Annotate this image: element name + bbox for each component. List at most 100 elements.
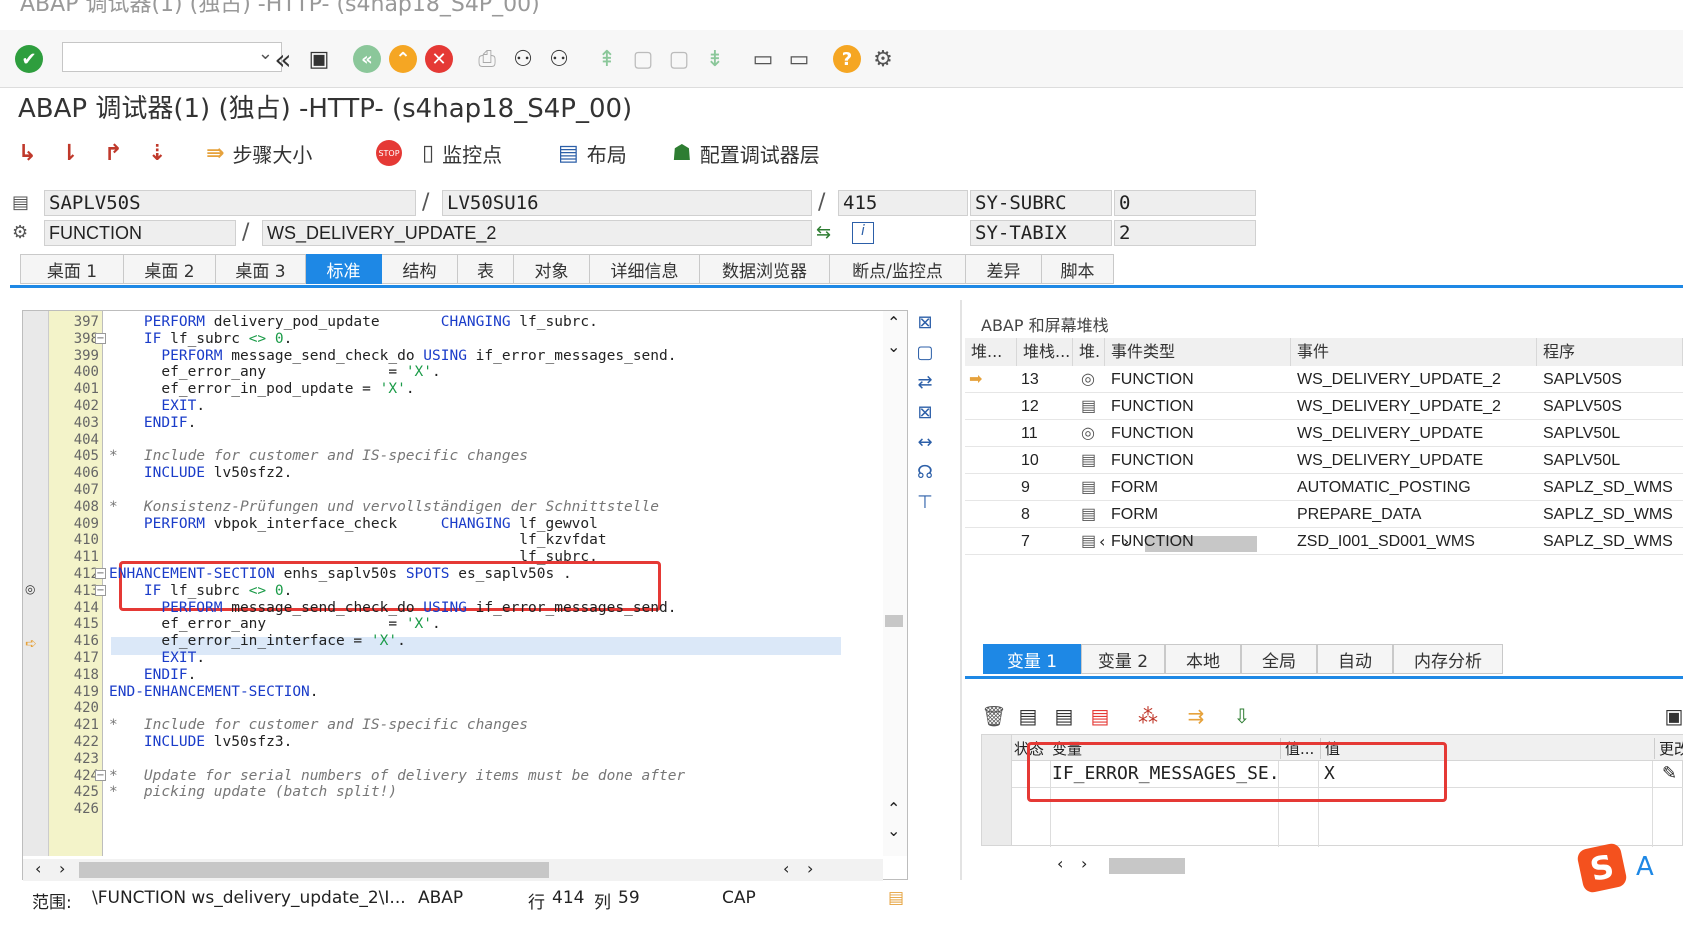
detail-icon[interactable]: ▤ [1051, 704, 1077, 730]
code-line[interactable]: ENDIF. [109, 414, 196, 432]
tab-details[interactable]: 详细信息 [590, 254, 700, 284]
table-row[interactable]: 11 ◎ FUNCTION WS_DELIVERY_UPDATE SAPLV50L [965, 420, 1683, 447]
fold-toggle-icon[interactable]: − [95, 568, 106, 579]
code-line[interactable]: IF lf_subrc <> 0. [109, 330, 292, 348]
tab-auto[interactable]: 自动 [1317, 644, 1393, 674]
tab-diff[interactable]: 差异 [966, 254, 1042, 284]
resize-icon[interactable]: ↔ [912, 432, 938, 458]
tab-variables-2[interactable]: 变量 2 [1081, 644, 1165, 674]
pane-splitter[interactable] [960, 300, 962, 880]
col-header[interactable]: 程序 [1537, 338, 1683, 366]
tab-variables-1[interactable]: 变量 1 [983, 644, 1081, 674]
table-row[interactable]: 7 ▤ FUNCTION ZSD_I001_SD001_WMS SAPLZ_SD_WMS [965, 528, 1683, 555]
code-line[interactable]: PERFORM delivery_pod_update CHANGING lf_… [109, 313, 598, 331]
code-line[interactable]: INCLUDE lv50sfz2. [109, 464, 292, 482]
scroll-right-icon[interactable]: › [59, 859, 65, 878]
source-code-pane[interactable]: 397 398 399 400 401 402 403 404 405 406 407 408 409 4… [22, 310, 908, 881]
code-line[interactable]: * Include for customer and IS-specific c… [109, 447, 528, 465]
code-line[interactable]: * Include for customer and IS-specific c… [109, 716, 528, 734]
code-line[interactable]: PERFORM message_send_check_do USING if_e… [109, 599, 676, 617]
last-page-icon[interactable]: ⇟ [700, 44, 730, 74]
table-row[interactable]: 10 ▤ FUNCTION WS_DELIVERY_UPDATE SAPLV50L [965, 447, 1683, 474]
shortcut-icon[interactable]: ▭ [784, 44, 814, 74]
scroll-down-icon[interactable]: ⌄ [887, 821, 900, 840]
scroll-down-icon[interactable]: ⌄ [887, 337, 900, 356]
ime-mode-icon[interactable]: A [1636, 852, 1654, 882]
new-window-icon[interactable]: ▢ [912, 342, 938, 368]
event-field[interactable]: WS_DELIVERY_UPDATE_2 [262, 220, 812, 246]
save-icon[interactable]: ▣ [304, 44, 334, 74]
ime-toolbar[interactable]: S A [1575, 841, 1680, 896]
delete-row-icon[interactable]: ▤ [1087, 704, 1113, 730]
code-line[interactable]: EXIT. [109, 397, 205, 415]
scroll-left-icon[interactable]: ‹ [1057, 854, 1063, 873]
download-icon[interactable]: ⇩ [1229, 704, 1255, 730]
scroll-right-icon[interactable]: › [807, 859, 813, 878]
scroll-thumb[interactable] [1109, 858, 1185, 874]
format-icon[interactable]: ⊤ [912, 492, 938, 518]
enter-icon[interactable]: ✔ [14, 44, 44, 74]
code-vertical-scrollbar[interactable]: ⌃ ⌄ ⌃ ⌄ [883, 311, 907, 856]
first-page-icon[interactable]: ⇞ [592, 44, 622, 74]
col-header[interactable]: 事件 [1291, 338, 1537, 366]
row-selector[interactable] [982, 735, 1012, 845]
scroll-up-icon[interactable]: ⌃ [887, 799, 900, 818]
code-line[interactable]: * Update for serial numbers of delivery … [109, 767, 685, 785]
document-icon[interactable]: ▤ [888, 888, 904, 908]
event-type-field[interactable]: FUNCTION [44, 220, 236, 246]
sy-tabix-value[interactable]: 2 [1114, 220, 1256, 246]
scroll-right-icon[interactable]: › [1081, 854, 1087, 873]
config-layers-button[interactable]: ☗ 配置调试器层 [672, 138, 820, 168]
code-line[interactable]: ENDIF. [109, 666, 196, 684]
code-line[interactable]: PERFORM vbpok_interface_check CHANGING l… [109, 515, 598, 533]
info-icon[interactable]: i [852, 222, 874, 244]
execute-step-icon[interactable]: ⇂ [60, 138, 78, 168]
fold-toggle-icon[interactable]: − [95, 769, 106, 781]
transfer-icon[interactable]: ⇉ [1183, 704, 1209, 730]
code-line[interactable]: INCLUDE lv50sfz3. [109, 733, 292, 751]
tab-standard[interactable]: 标准 [306, 254, 382, 284]
col-header[interactable]: 堆... [965, 338, 1017, 366]
tab-local[interactable]: 本地 [1165, 644, 1241, 674]
code-line[interactable]: ef_error_in_pod_update = 'X'. [109, 380, 414, 398]
code-line[interactable]: ef_error_any = 'X'. [109, 615, 440, 633]
continue-icon[interactable]: ⇣ [148, 138, 166, 168]
scroll-thumb[interactable] [79, 862, 549, 878]
tab-structure[interactable]: 结构 [382, 254, 458, 284]
code-line[interactable]: * picking update (batch split!) [109, 783, 397, 801]
new-session-icon[interactable]: ▭ [748, 44, 778, 74]
code-line[interactable]: END-ENHANCEMENT-SECTION. [109, 683, 319, 701]
hierarchy-icon[interactable]: ⁂ [1135, 704, 1161, 730]
maximize-icon[interactable]: ⊠ [912, 402, 938, 428]
swap-icon[interactable]: ⇄ [912, 372, 938, 398]
code-line[interactable]: lf_subrc. [109, 548, 598, 566]
tab-global[interactable]: 全局 [1241, 644, 1317, 674]
table-row[interactable]: ➡ 13 ◎ FUNCTION WS_DELIVERY_UPDATE_2 SAPLV50S [965, 366, 1683, 393]
code-horizontal-scrollbar[interactable]: ‹ › ‹ › [23, 859, 883, 881]
code-line[interactable]: IF lf_subrc <> 0. [109, 582, 292, 600]
tab-desktop-3[interactable]: 桌面 3 [216, 254, 306, 284]
tab-script[interactable]: 脚本 [1042, 254, 1114, 284]
code-line[interactable]: PERFORM message_send_check_do USING if_e… [109, 347, 676, 365]
settings-gear-icon[interactable]: ⚙ [868, 44, 898, 74]
exit-icon[interactable]: ⌃ [388, 44, 418, 74]
tab-memory-analysis[interactable]: 内存分析 [1393, 644, 1503, 674]
table-row[interactable]: 8 ▤ FORM PREPARE_DATA SAPLZ_SD_WMS [965, 501, 1683, 528]
step-size-button[interactable]: ⇛ 步骤大小 [206, 138, 312, 168]
tab-table[interactable]: 表 [458, 254, 514, 284]
tab-breakpoints[interactable]: 断点/监控点 [830, 254, 966, 284]
code-line[interactable]: lf_kzvfdat [109, 531, 606, 549]
col-header[interactable]: 更改 [1654, 738, 1683, 759]
watchpoint-button[interactable]: ▯ 监控点 [422, 138, 502, 168]
scroll-thumb[interactable] [885, 615, 903, 627]
tab-desktop-2[interactable]: 桌面 2 [124, 254, 216, 284]
back-green-icon[interactable]: « [352, 44, 382, 74]
return-step-icon[interactable]: ↱ [104, 138, 122, 168]
code-line[interactable]: ef_error_in_interface = 'X'. [109, 632, 405, 650]
code-line[interactable]: ENHANCEMENT-SECTION enhs_saplv50s SPOTS … [109, 565, 572, 583]
prev-page-icon[interactable]: ▢ [628, 44, 658, 74]
edit-icon[interactable]: ▤ [1015, 704, 1041, 730]
include-field[interactable]: LV50SU16 [442, 190, 812, 216]
tab-desktop-1[interactable]: 桌面 1 [20, 254, 124, 284]
col-header[interactable]: 堆栈... [1017, 338, 1073, 366]
